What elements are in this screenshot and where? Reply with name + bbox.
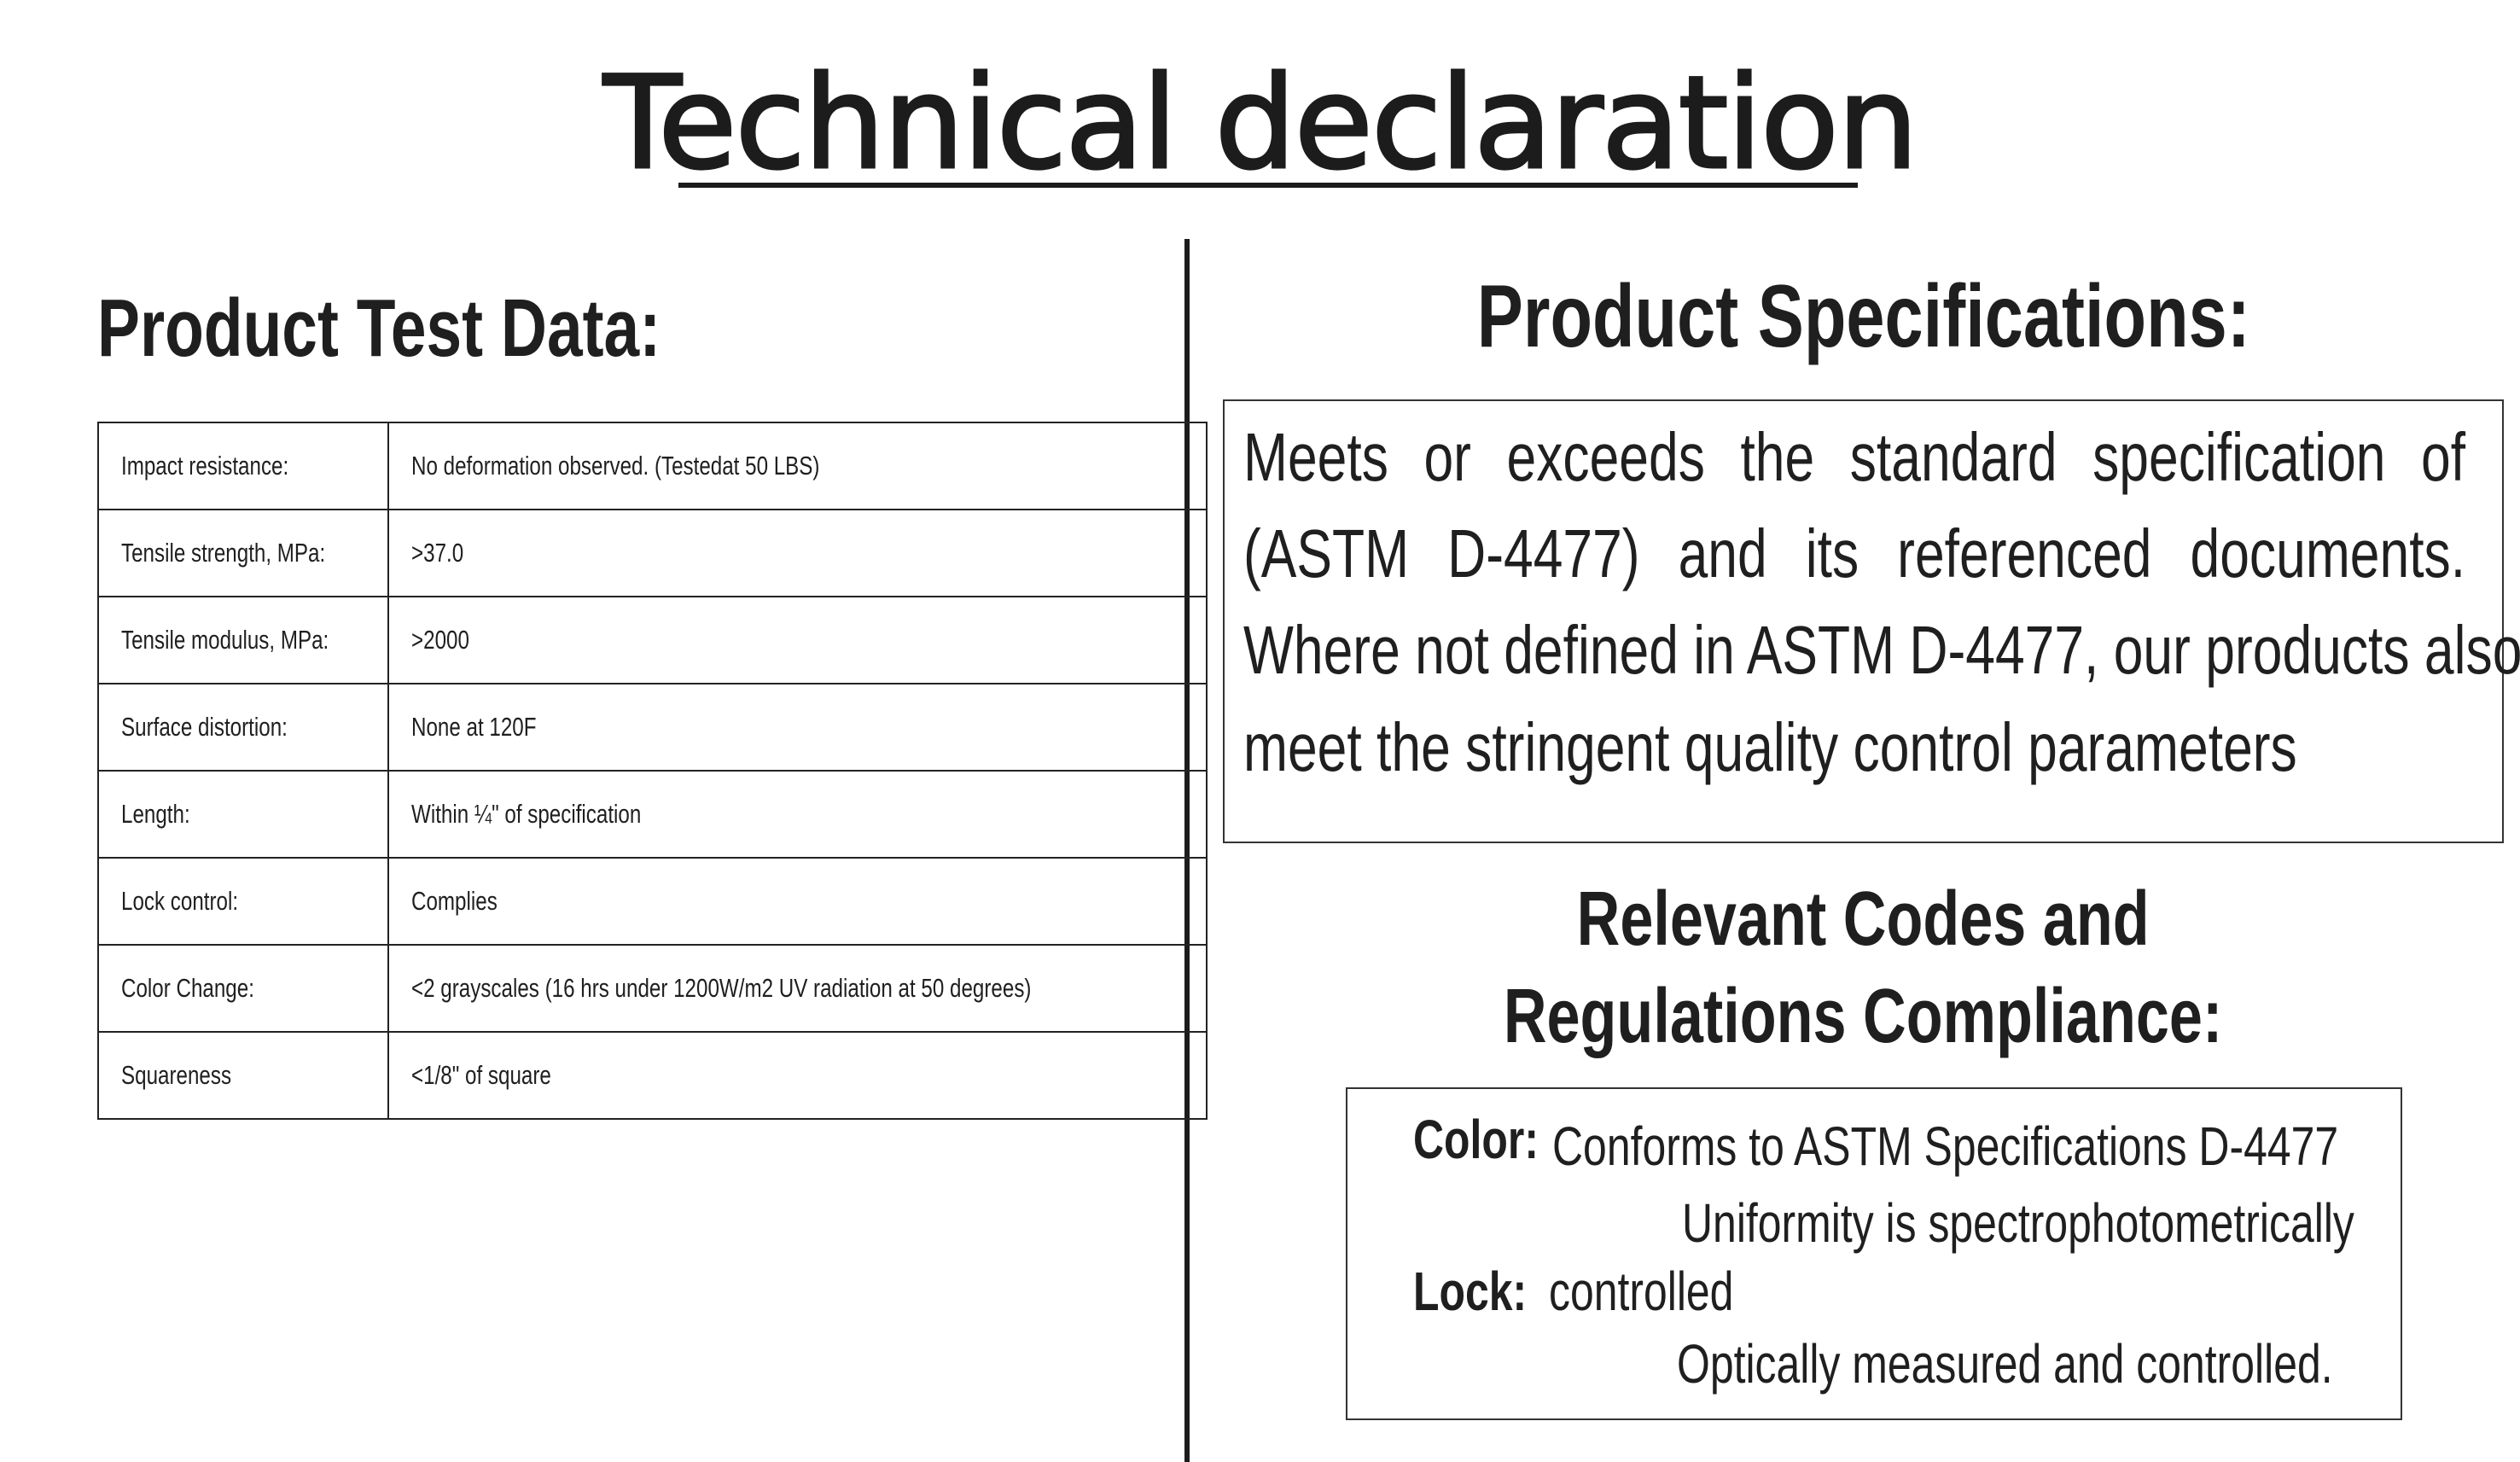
row-label-cell: Surface distortion: bbox=[97, 683, 389, 772]
row-value: >2000 bbox=[410, 625, 469, 655]
row-label: Color Change: bbox=[121, 973, 254, 1003]
row-label: Surface distortion: bbox=[121, 712, 288, 742]
row-label: Length: bbox=[121, 799, 190, 829]
row-label-cell: Length: bbox=[97, 770, 389, 859]
row-label: Tensile modulus, MPa: bbox=[121, 625, 329, 655]
table-row: Color Change: <2 grayscales (16 hrs under… bbox=[97, 944, 1208, 1033]
lock-label: Lock: bbox=[1413, 1261, 1528, 1322]
spec-line: (ASTM D-4477) and its referenced documen… bbox=[1243, 515, 2466, 591]
row-value-cell: Within ¼" of specification bbox=[387, 770, 1208, 859]
row-label: Squareness bbox=[121, 1060, 232, 1090]
test-data-heading-text: Product Test Data: bbox=[97, 282, 661, 374]
row-value-cell: <1/8" of square bbox=[387, 1031, 1208, 1120]
page-title-text: Technical declaration bbox=[602, 49, 1920, 200]
row-label: Tensile strength, MPa: bbox=[121, 538, 326, 568]
row-value: >37.0 bbox=[410, 538, 464, 568]
lock-text: controlled bbox=[1549, 1261, 1734, 1322]
row-value: No deformation observed. (Testedat 50 LB… bbox=[410, 451, 820, 481]
test-data-heading: Product Test Data: bbox=[97, 282, 819, 376]
optical-text: Optically measured and controlled. bbox=[1677, 1333, 2333, 1395]
row-value-cell: Complies bbox=[387, 857, 1208, 946]
row-value: Complies bbox=[410, 886, 498, 916]
row-label: Impact resistance: bbox=[121, 451, 289, 481]
color-label: Color: bbox=[1413, 1109, 1539, 1170]
row-value-cell: <2 grayscales (16 hrs under 1200W/m2 UV … bbox=[387, 944, 1208, 1033]
compliance-box: Color: Conforms to ASTM Specifications D… bbox=[1346, 1087, 2402, 1420]
row-label-cell: Squareness bbox=[97, 1031, 389, 1120]
row-label-cell: Color Change: bbox=[97, 944, 389, 1033]
row-label-cell: Tensile strength, MPa: bbox=[97, 509, 389, 597]
table-row: Tensile modulus, MPa: >2000 bbox=[97, 596, 1208, 684]
row-value-cell: >2000 bbox=[387, 596, 1208, 684]
specifications-box: Meets or exceeds the standard specificat… bbox=[1223, 399, 2520, 843]
table-row: Tensile strength, MPa: >37.0 bbox=[97, 509, 1208, 597]
codes-heading-line1: Relevant Codes and bbox=[1577, 877, 2150, 962]
row-label-cell: Lock control: bbox=[97, 857, 389, 946]
table-row: Squareness <1/8" of square bbox=[97, 1031, 1208, 1120]
table-row: Surface distortion: None at 120F bbox=[97, 683, 1208, 772]
codes-heading-line2: Regulations Compliance: bbox=[1504, 974, 2223, 1059]
spec-line: Where not defined in ASTM D-4477, our pr… bbox=[1243, 612, 2520, 688]
spec-line: meet the stringent quality control param… bbox=[1243, 709, 2297, 785]
table-row: Impact resistance: No deformation observe… bbox=[97, 422, 1208, 510]
row-value-cell: No deformation observed. (Testedat 50 LB… bbox=[387, 422, 1208, 510]
row-value: <1/8" of square bbox=[410, 1060, 551, 1090]
row-value: <2 grayscales (16 hrs under 1200W/m2 UV … bbox=[410, 973, 1032, 1003]
page-title: Technical declaration bbox=[0, 49, 2520, 200]
color-text: Conforms to ASTM Specifications D-4477 bbox=[1552, 1115, 2339, 1177]
row-label-cell: Impact resistance: bbox=[97, 422, 389, 510]
table-row: Lock control: Complies bbox=[97, 857, 1208, 946]
codes-heading: Relevant Codes and Regulations Complianc… bbox=[1223, 871, 2504, 1065]
uniformity-text: Uniformity is spectrophotometrically bbox=[1682, 1192, 2354, 1254]
row-value-cell: >37.0 bbox=[387, 509, 1208, 597]
row-label: Lock control: bbox=[121, 886, 239, 916]
table-row: Length: Within ¼" of specification bbox=[97, 770, 1208, 859]
specifications-heading: Product Specifications: bbox=[1223, 266, 2504, 368]
row-value-cell: None at 120F bbox=[387, 683, 1208, 772]
test-data-table: Impact resistance: No deformation observe… bbox=[97, 422, 1208, 1120]
row-label-cell: Tensile modulus, MPa: bbox=[97, 596, 389, 684]
specifications-heading-text: Product Specifications: bbox=[1476, 267, 2250, 366]
row-value: None at 120F bbox=[410, 712, 537, 742]
title-underline bbox=[678, 183, 1858, 188]
spec-line: Meets or exceeds the standard specificat… bbox=[1243, 419, 2466, 495]
row-value: Within ¼" of specification bbox=[410, 799, 642, 829]
